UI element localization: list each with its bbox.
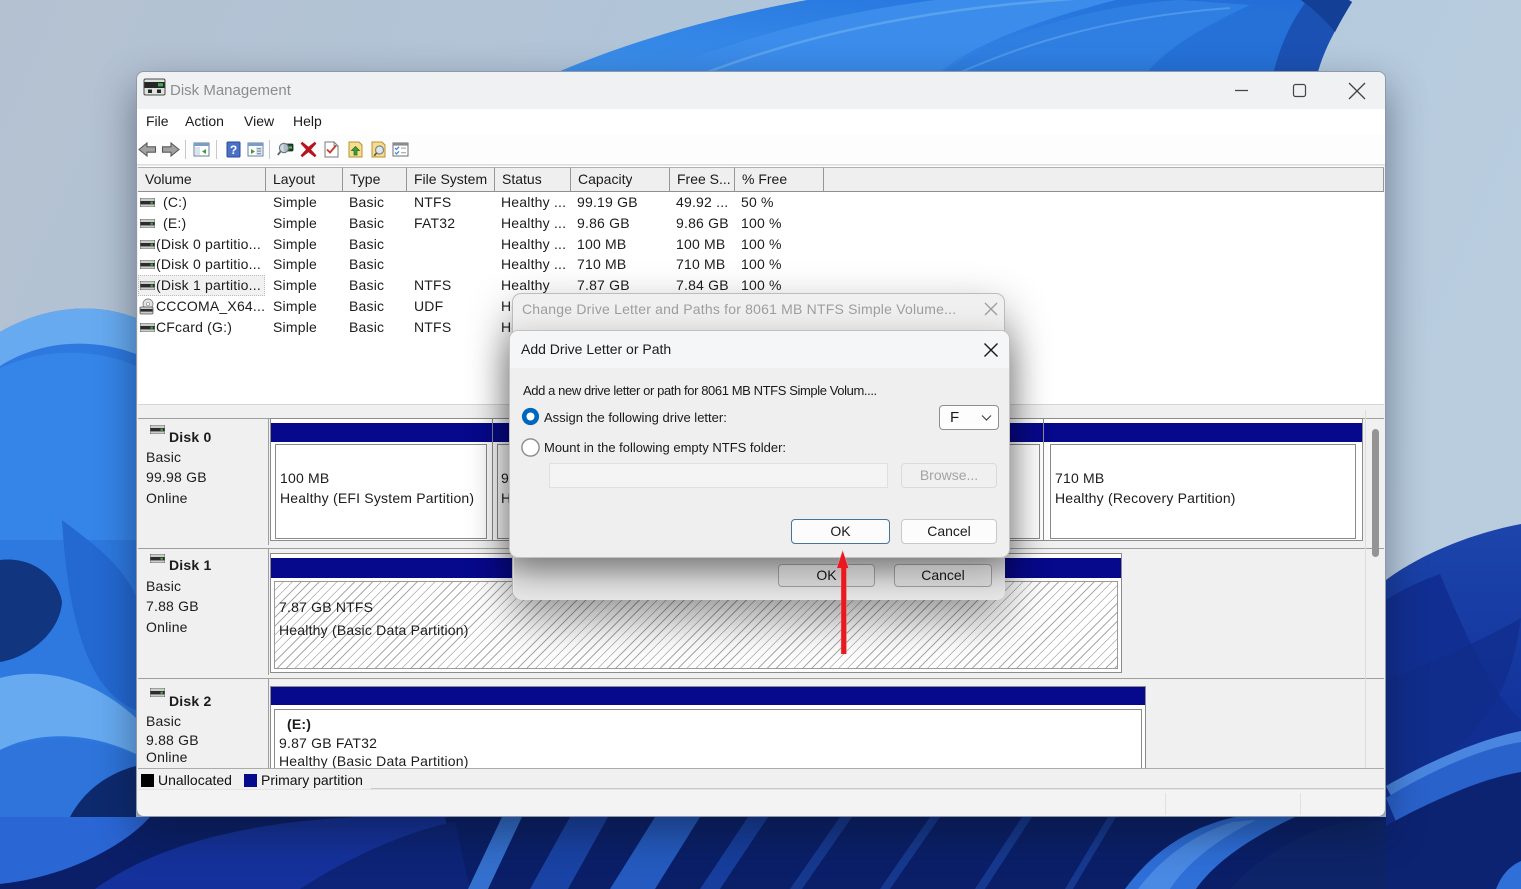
svg-text:?: ? [230,143,237,157]
